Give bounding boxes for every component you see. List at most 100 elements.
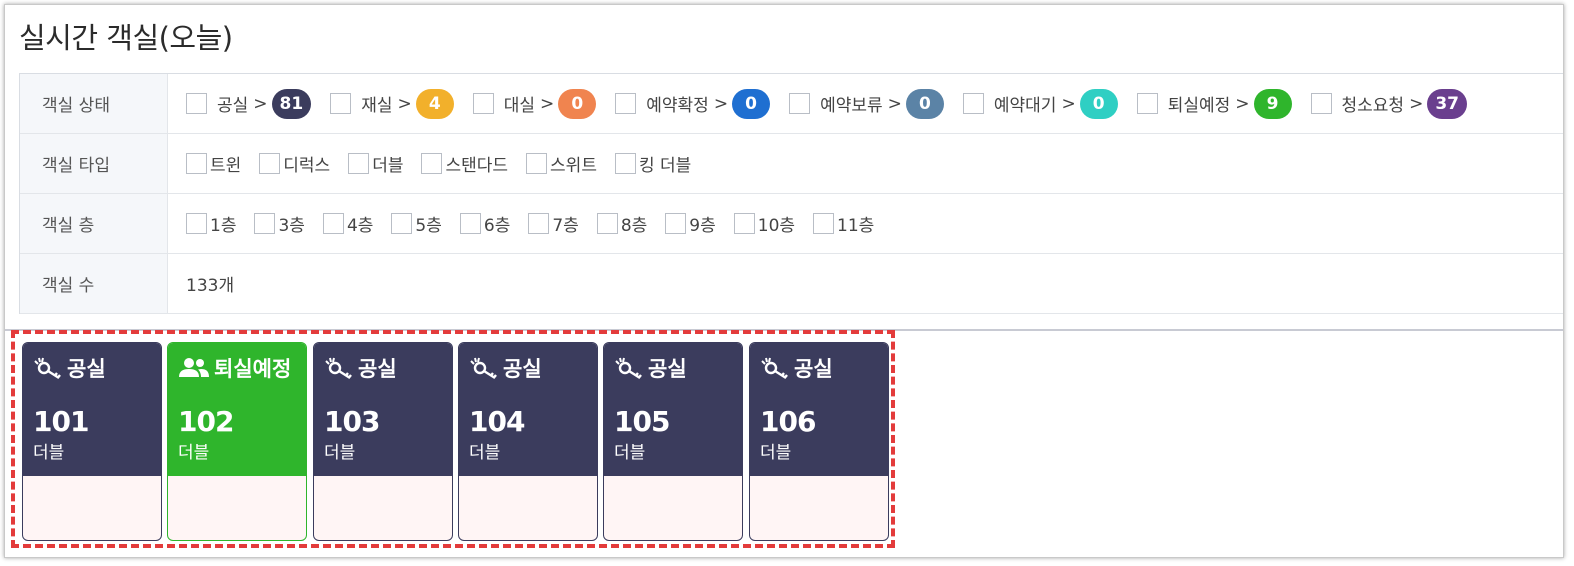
key-icon — [470, 357, 497, 380]
filter-table: 객실 상태 공실 > 81 재실 > 4 대실 > 0 예약확정 > 0 예약보… — [19, 73, 1563, 314]
room-status: 공실 — [67, 357, 106, 381]
type-label: 더블 — [372, 156, 404, 176]
checkbox[interactable] — [813, 213, 835, 234]
checkbox[interactable] — [526, 153, 548, 174]
type-label: 스탠다드 — [445, 156, 509, 176]
status-filter-vacant[interactable]: 공실 > 81 — [186, 88, 312, 119]
floor-filter-11[interactable]: 11층 — [813, 211, 874, 236]
room-status: 공실 — [358, 357, 397, 381]
status-label: 예약대기 — [993, 96, 1057, 116]
floor-filter-6[interactable]: 6층 — [459, 211, 511, 236]
room-type: 더블 — [760, 443, 792, 463]
checkbox[interactable] — [615, 93, 637, 114]
checkbox[interactable] — [614, 153, 636, 174]
status-filter-rental[interactable]: 대실 > 0 — [472, 88, 597, 119]
checkbox[interactable] — [665, 213, 687, 234]
floor-filter-8[interactable]: 8층 — [596, 211, 648, 236]
room-card-102[interactable]: 퇴실예정 102 더블 — [167, 342, 307, 541]
checkbox[interactable] — [186, 93, 207, 114]
page-title: 실시간 객실(오늘) — [19, 21, 233, 55]
type-label: 킹 더블 — [638, 156, 692, 176]
status-count-badge: 81 — [271, 88, 312, 119]
users-icon — [179, 358, 209, 377]
status-label: 예약확정 — [646, 96, 709, 116]
checkbox[interactable] — [259, 153, 281, 174]
status-filter-occupied[interactable]: 재실 > 4 — [330, 88, 454, 119]
room-card-header: 퇴실예정 102 더블 — [168, 343, 306, 476]
floor-filter-10[interactable]: 10층 — [733, 211, 796, 236]
floor-filter-5[interactable]: 5층 — [391, 211, 442, 236]
status-filter-confirmed[interactable]: 예약확정 > 0 — [615, 88, 771, 119]
room-card-104[interactable]: 공실 104 더블 — [458, 342, 598, 541]
type-filter-standard[interactable]: 스탠다드 — [421, 151, 508, 176]
status-count-badge: 9 — [1253, 88, 1292, 119]
floor-filter-1[interactable]: 1층 — [186, 211, 236, 236]
type-filter-double[interactable]: 더블 — [348, 151, 403, 176]
type-filter-king-double[interactable]: 킹 더블 — [614, 151, 692, 176]
key-icon — [761, 357, 788, 380]
checkbox[interactable] — [528, 213, 550, 234]
status-label: 예약보류 — [820, 96, 883, 116]
floor-label: 5층 — [415, 216, 442, 236]
checkbox[interactable] — [733, 213, 755, 234]
status-filter-waiting[interactable]: 예약대기 > 0 — [962, 88, 1118, 119]
status-count-badge: 4 — [415, 88, 454, 119]
floor-label: 4층 — [346, 216, 374, 236]
status-count-badge: 0 — [558, 88, 597, 119]
status-label: 재실 — [361, 96, 393, 116]
floor-label: 6층 — [483, 216, 511, 236]
filter-row-status: 객실 상태 공실 > 81 재실 > 4 대실 > 0 예약확정 > 0 예약보… — [20, 74, 1563, 134]
room-card-header: 공실 106 더블 — [750, 343, 888, 476]
status-filter-cleaning[interactable]: 청소요청 > 37 — [1310, 88, 1467, 119]
checkbox[interactable] — [1136, 93, 1158, 114]
status-label: 퇴실예정 — [1167, 96, 1231, 116]
room-card-101[interactable]: 공실 101 더블 — [22, 342, 162, 541]
room-number: 106 — [760, 405, 816, 438]
status-count-badge: 0 — [905, 88, 944, 119]
type-label: 디럭스 — [283, 156, 331, 176]
status-filter-pending[interactable]: 예약보류 > 0 — [789, 88, 944, 119]
checkbox[interactable] — [254, 213, 276, 234]
floor-filter-3[interactable]: 3층 — [254, 211, 305, 236]
room-count-value: 133개 — [186, 276, 235, 296]
filter-row-type: 객실 타입 트윈 디럭스 더블 스탠다드 스위트 킹 더블 — [20, 134, 1563, 194]
checkbox[interactable] — [186, 153, 207, 174]
filter-label-status: 객실 상태 — [20, 74, 168, 133]
room-number: 105 — [614, 405, 670, 438]
room-card-105[interactable]: 공실 105 더블 — [603, 342, 743, 541]
checkbox[interactable] — [322, 213, 344, 234]
room-card-103[interactable]: 공실 103 더블 — [313, 342, 453, 541]
type-label: 스위트 — [550, 156, 597, 176]
checkbox[interactable] — [186, 213, 207, 234]
room-status: 공실 — [648, 357, 687, 381]
floor-label: 10층 — [757, 216, 796, 236]
checkbox[interactable] — [391, 213, 413, 234]
floor-label: 8층 — [620, 216, 648, 236]
room-type: 더블 — [33, 443, 65, 463]
status-count-badge: 37 — [1427, 88, 1467, 119]
floor-filter-9[interactable]: 9층 — [665, 211, 716, 236]
checkbox[interactable] — [962, 93, 984, 114]
type-filter-suite[interactable]: 스위트 — [526, 151, 597, 176]
checkbox[interactable] — [459, 213, 481, 234]
checkbox[interactable] — [789, 93, 811, 114]
checkbox[interactable] — [472, 93, 494, 114]
checkbox[interactable] — [330, 93, 352, 114]
filter-row-floor: 객실 층 1층 3층 4층 5층 6층 7층 8층 9층 10층 11층 — [20, 194, 1563, 254]
room-status: 공실 — [794, 357, 833, 381]
status-filter-checkout[interactable]: 퇴실예정 > 9 — [1136, 88, 1292, 119]
room-card-header: 공실 103 더블 — [314, 343, 452, 476]
room-card-106[interactable]: 공실 106 더블 — [749, 342, 889, 541]
checkbox[interactable] — [596, 213, 618, 234]
checkbox[interactable] — [421, 153, 443, 174]
checkbox[interactable] — [348, 153, 370, 174]
room-type: 더블 — [469, 443, 501, 463]
floor-filter-7[interactable]: 7층 — [528, 211, 579, 236]
type-filter-deluxe[interactable]: 디럭스 — [259, 151, 330, 176]
filter-label-count: 객실 수 — [20, 254, 168, 313]
checkbox[interactable] — [1310, 93, 1332, 114]
floor-filter-4[interactable]: 4층 — [322, 211, 374, 236]
type-filter-twin[interactable]: 트윈 — [186, 151, 241, 176]
floor-filter-options: 1층 3층 4층 5층 6층 7층 8층 9층 10층 11층 — [168, 194, 1563, 253]
room-number: 102 — [178, 405, 234, 438]
